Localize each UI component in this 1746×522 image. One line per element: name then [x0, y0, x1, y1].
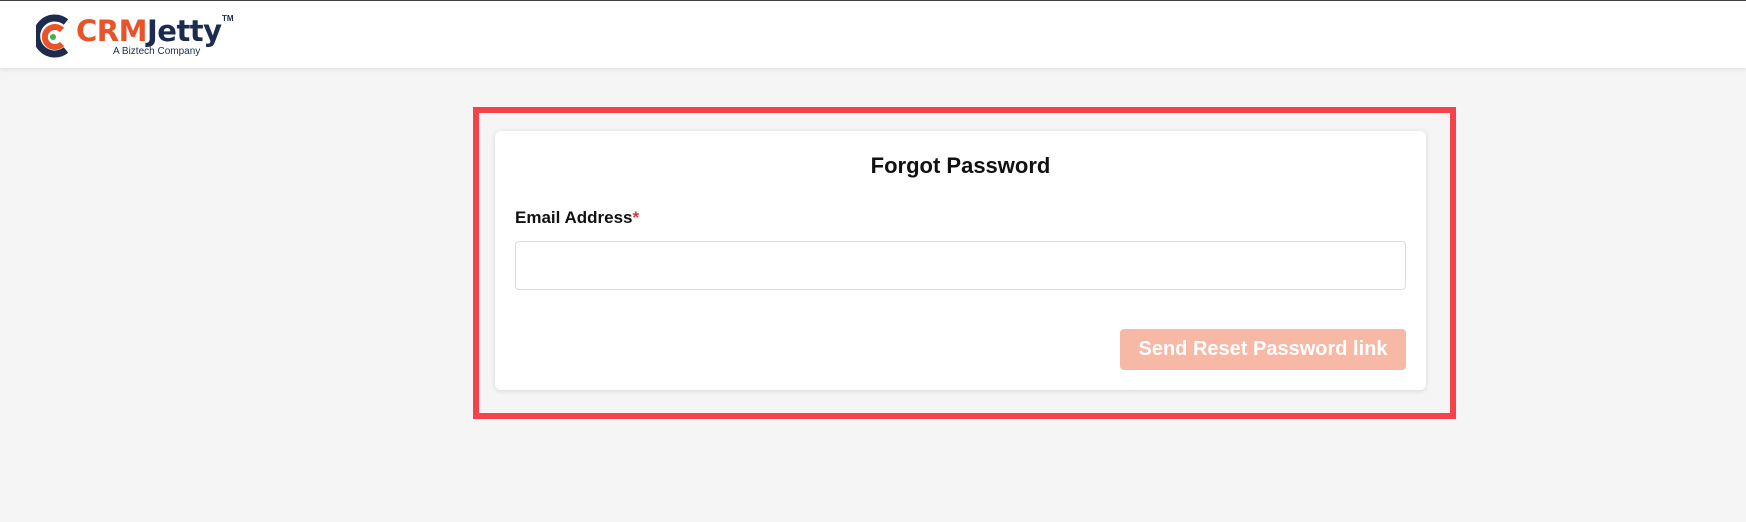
email-label-text: Email Address — [515, 208, 633, 227]
logo-trademark: TM — [222, 14, 234, 23]
crmjetty-logo-mark-icon — [36, 14, 69, 58]
logo-wordmark-crm: CRM — [76, 14, 147, 48]
email-field[interactable] — [515, 241, 1406, 290]
required-asterisk: * — [632, 208, 640, 227]
logo-tagline: A Biztech Company — [113, 46, 201, 57]
crmjetty-logo[interactable]: CRMJetty TM A Biztech Company — [36, 11, 236, 59]
forgot-password-card: Forgot Password Email Address* Send Rese… — [495, 131, 1426, 390]
page-title: Forgot Password — [870, 153, 1051, 178]
email-label: Email Address* — [515, 208, 639, 228]
logo-wordmark: CRMJetty — [76, 11, 222, 51]
logo-wordmark-jetty: Jetty — [146, 14, 222, 48]
top-header: CRMJetty TM A Biztech Company — [0, 0, 1746, 68]
send-reset-link-button[interactable]: Send Reset Password link — [1120, 329, 1406, 370]
